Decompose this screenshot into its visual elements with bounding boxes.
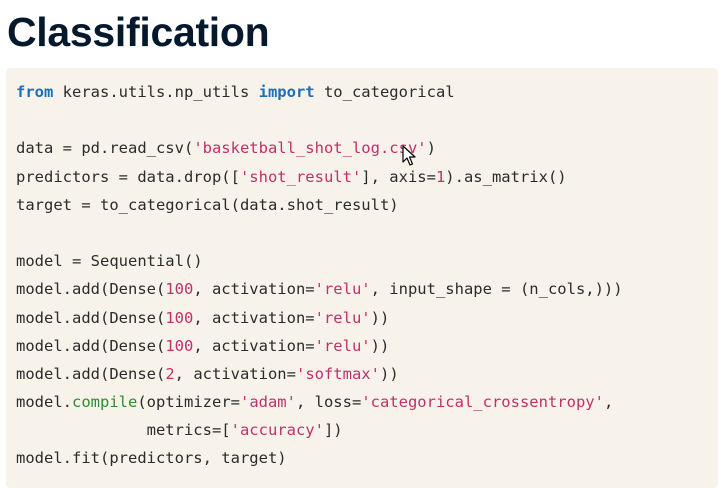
- code-token: model = Sequential(): [16, 252, 203, 271]
- code-block[interactable]: from keras.utils.np_utils import to_cate…: [6, 68, 718, 488]
- code-line: data = pd.read_csv('basketball_shot_log.…: [16, 134, 718, 162]
- code-token: model.add(Dense(: [16, 280, 166, 299]
- code-token: )): [379, 364, 399, 383]
- code-token: ], axis=: [361, 167, 436, 186]
- code-line: predictors = data.drop(['shot_result'], …: [16, 163, 718, 191]
- code-token: model.add(Dense(: [16, 364, 166, 383]
- code-token: 'categorical_crossentropy': [361, 393, 604, 412]
- code-token: 2: [165, 364, 175, 383]
- code-token: 100: [165, 280, 194, 299]
- code-token: model.fit(predictors, target): [16, 449, 287, 468]
- code-token: keras.utils.np_utils: [53, 83, 259, 101]
- code-line: model.add(Dense(2, activation='softmax')…: [16, 360, 718, 388]
- code-token: ).as_matrix(): [445, 167, 567, 186]
- code-token: import: [258, 83, 315, 101]
- code-token: )): [370, 308, 390, 327]
- code-line: model = Sequential(): [16, 247, 718, 275]
- code-token: ): [426, 139, 436, 158]
- code-token: 'basketball_shot_log.csv': [193, 139, 427, 158]
- code-token: 'accuracy': [230, 421, 324, 440]
- code-token: target = to_categorical(data.shot_result…: [16, 195, 399, 214]
- code-token: ]): [323, 421, 343, 440]
- code-line: metrics=['accuracy']): [16, 416, 718, 444]
- code-token: to_categorical: [314, 83, 455, 101]
- code-token: (optimizer=: [137, 393, 240, 412]
- code-token: 'softmax': [295, 364, 380, 383]
- code-token: 'relu': [314, 280, 371, 299]
- code-token: 100: [165, 308, 194, 327]
- code-token: 100: [165, 336, 194, 355]
- code-token: predictors = data.drop([: [16, 167, 240, 186]
- code-token: 'shot_result': [239, 167, 362, 186]
- code-line: model.add(Dense(100, activation='relu')): [16, 304, 718, 332]
- code-line: target = to_categorical(data.shot_result…: [16, 191, 718, 219]
- page-title: Classification: [7, 9, 270, 55]
- code-token: , activation=: [193, 336, 315, 355]
- code-token: model.add(Dense(: [16, 336, 166, 355]
- code-line: model.compile(optimizer='adam', loss='ca…: [16, 388, 718, 416]
- code-line: model.fit(predictors, target): [16, 444, 718, 472]
- code-token: )): [370, 336, 390, 355]
- code-token: model.add(Dense(: [16, 308, 166, 327]
- code-token: ,: [603, 393, 614, 412]
- code-token: compile: [72, 393, 138, 412]
- code-line: model.add(Dense(100, activation='relu', …: [16, 275, 718, 303]
- code-token: , input_shape = (n_cols,))): [370, 280, 623, 299]
- code-token: , activation=: [174, 364, 296, 383]
- code-token: model.: [16, 393, 72, 412]
- code-lines: from keras.utils.np_utils import to_cate…: [16, 78, 718, 473]
- code-token: 'relu': [314, 336, 371, 355]
- code-token: 'adam': [239, 393, 296, 412]
- code-token: 'relu': [314, 308, 371, 327]
- code-line: model.add(Dense(100, activation='relu')): [16, 332, 718, 360]
- mouse-pointer-icon: [402, 145, 416, 166]
- code-token: from: [16, 83, 54, 101]
- code-token: , activation=: [193, 308, 315, 327]
- code-token: 1: [435, 167, 446, 186]
- code-line: from keras.utils.np_utils import to_cate…: [16, 78, 718, 106]
- code-token: , loss=: [295, 393, 362, 412]
- code-token: data = pd.read_csv(: [16, 139, 194, 158]
- code-token: metrics=[: [16, 421, 231, 440]
- code-token: , activation=: [193, 280, 315, 299]
